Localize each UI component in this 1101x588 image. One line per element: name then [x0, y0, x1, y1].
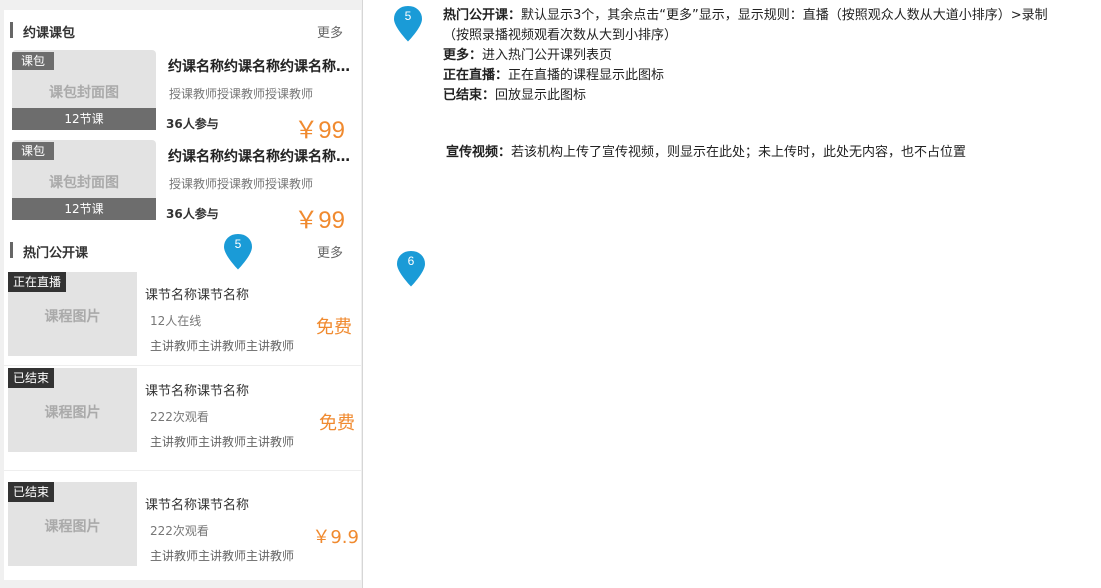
note-label: 更多：: [443, 48, 483, 63]
note-label: 已结束：: [443, 88, 496, 103]
course-name: 课节名称课节名称: [145, 498, 250, 513]
live-note: 正在直播：正在直播的课程显示此图标: [443, 66, 664, 86]
annotation-marker: 5: [392, 4, 424, 44]
package-tag: 课包: [12, 142, 54, 160]
note-text: 若该机构上传了宣传视频，则显示在此处；未上传时，此处无内容，也不占位置: [511, 145, 967, 160]
package-teacher: 授课教师授课教师授课教师: [169, 177, 314, 191]
course-teacher: 主讲教师主讲教师主讲教师: [150, 435, 295, 449]
hot-courses-section-header: 热门公开课 更多: [4, 230, 361, 264]
mobile-preview-panel: 约课课包 更多 课包 课包封面图 12节课 约课名称约课名称约课名称约课名称 授…: [0, 0, 363, 588]
course-view-count: 222次观看: [150, 524, 209, 538]
course-image-placeholder: 课程图片: [44, 405, 101, 421]
package-name: 约课名称约课名称约课名称约课名称: [168, 59, 356, 75]
package-card[interactable]: 课包 课包封面图 12节课 约课名称约课名称约课名称约课名称 授课教师授课教师授…: [4, 50, 361, 144]
note-text: 回放显示此图标: [495, 88, 587, 103]
course-image-placeholder: 课程图片: [44, 519, 101, 535]
hot-courses-section-title: 热门公开课: [23, 246, 89, 261]
package-tag: 课包: [12, 52, 54, 70]
ended-badge: 已结束: [8, 482, 55, 502]
package-cover-placeholder: 课包封面图: [49, 175, 119, 191]
course-price: 免费: [319, 413, 355, 434]
package-name: 约课名称约课名称约课名称约课名称: [168, 149, 356, 165]
package-cover-placeholder: 课包封面图: [49, 85, 119, 101]
hot-courses-note-cont: （按照录播视频观看次数从大到小排序）: [443, 26, 677, 46]
annotation-marker: 6: [395, 249, 427, 289]
package-cover: 课包 课包封面图 12节课: [12, 140, 156, 220]
divider: [4, 470, 361, 471]
package-cover: 课包 课包封面图 12节课: [12, 50, 156, 130]
marker-number: 5: [404, 9, 412, 23]
note-label: 热门公开课：: [443, 8, 522, 23]
note-text: 进入热门公开课列表页: [482, 48, 613, 63]
course-item[interactable]: 已结束 课程图片 课节名称课节名称 222次观看 主讲教师主讲教师主讲教师 ￥9…: [4, 482, 361, 574]
note-label: 正在直播：: [443, 68, 509, 83]
note-text: 默认显示3个，其余点击“更多”显示，显示规则：直播（按照观众人数从大道小排序）>…: [521, 8, 1048, 23]
section-accent-bar: [10, 22, 13, 38]
packages-section: 约课课包 更多 课包 课包封面图 12节课 约课名称约课名称约课名称约课名称 授…: [4, 10, 361, 234]
course-online-count: 12人在线: [150, 314, 202, 328]
annotation-marker: 5: [222, 232, 254, 272]
marker-number: 5: [234, 237, 242, 251]
package-participants: 36人参与: [166, 207, 219, 221]
package-card[interactable]: 课包 课包封面图 12节课 约课名称约课名称约课名称约课名称 授课教师授课教师授…: [4, 140, 361, 234]
package-teacher: 授课教师授课教师授课教师: [169, 87, 314, 101]
live-badge: 正在直播: [8, 272, 67, 292]
promo-video-note: 宣传视频：若该机构上传了宣传视频，则显示在此处；未上传时，此处无内容，也不占位置: [446, 143, 966, 163]
course-item[interactable]: 已结束 课程图片 课节名称课节名称 222次观看 主讲教师主讲教师主讲教师 免费: [4, 368, 361, 460]
note-text: （按照录播视频观看次数从大到小排序）: [443, 28, 678, 43]
note-text: 正在直播的课程显示此图标: [508, 68, 665, 83]
hot-courses-more-link[interactable]: 更多: [317, 242, 343, 261]
course-teacher: 主讲教师主讲教师主讲教师: [150, 549, 295, 563]
course-view-count: 222次观看: [150, 410, 209, 424]
course-image-placeholder: 课程图片: [44, 309, 101, 325]
packages-section-header: 约课课包 更多: [4, 10, 361, 44]
course-name: 课节名称课节名称: [145, 384, 250, 399]
ended-note: 已结束：回放显示此图标: [443, 86, 586, 106]
note-label: 宣传视频：: [446, 145, 512, 160]
more-note: 更多：进入热门公开课列表页: [443, 46, 612, 66]
packages-section-title: 约课课包: [23, 26, 76, 41]
hot-courses-section: 热门公开课 更多 正在直播 课程图片 课节名称课节名称 12人在线 主讲教师主讲…: [4, 230, 361, 580]
hot-courses-note: 热门公开课：默认显示3个，其余点击“更多”显示，显示规则：直播（按照观众人数从大…: [443, 6, 1048, 26]
section-accent-bar: [10, 242, 13, 258]
course-teacher: 主讲教师主讲教师主讲教师: [150, 339, 295, 353]
packages-more-link[interactable]: 更多: [317, 22, 343, 41]
ended-badge: 已结束: [8, 368, 55, 388]
package-lesson-count: 12节课: [12, 198, 156, 220]
package-lesson-count: 12节课: [12, 108, 156, 130]
course-item[interactable]: 正在直播 课程图片 课节名称课节名称 12人在线 主讲教师主讲教师主讲教师 免费: [4, 272, 361, 364]
package-participants: 36人参与: [166, 117, 219, 131]
course-price: 免费: [316, 317, 352, 338]
course-name: 课节名称课节名称: [145, 288, 250, 303]
divider: [4, 365, 361, 366]
course-price: ￥9.9: [312, 527, 359, 548]
marker-number: 6: [407, 254, 415, 268]
